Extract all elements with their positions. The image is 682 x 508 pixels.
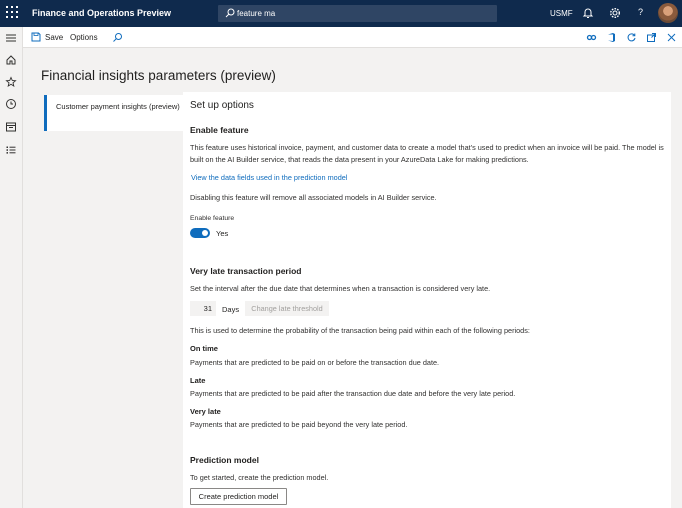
disable-warning: Disabling this feature will remove all a… bbox=[190, 193, 437, 202]
periods-intro: This is used to determine the probabilit… bbox=[190, 326, 530, 335]
days-input[interactable]: 31 bbox=[190, 301, 216, 316]
search-icon bbox=[225, 8, 235, 18]
period-on-time-title: On time bbox=[190, 344, 218, 353]
close-icon[interactable] bbox=[666, 32, 677, 43]
find-icon[interactable] bbox=[112, 32, 123, 43]
workspace-icon[interactable] bbox=[5, 121, 17, 133]
very-late-description: Set the interval after the due date that… bbox=[190, 284, 491, 293]
enable-feature-toggle[interactable] bbox=[190, 228, 210, 238]
tab-customer-payment-insights[interactable]: Customer payment insights (preview) bbox=[44, 95, 183, 131]
bell-icon[interactable] bbox=[582, 7, 594, 19]
enable-feature-title: Enable feature bbox=[190, 125, 249, 135]
enable-feature-label: Enable feature bbox=[190, 215, 235, 222]
left-navigation bbox=[0, 27, 23, 508]
setup-content: Set up options Enable feature This featu… bbox=[183, 92, 671, 508]
tab-label: Customer payment insights (preview) bbox=[56, 102, 180, 111]
enable-feature-value: Yes bbox=[216, 229, 229, 238]
period-on-time-description: Payments that are predicted to be paid o… bbox=[190, 358, 440, 367]
period-very-late-title: Very late bbox=[190, 407, 221, 416]
period-late-title: Late bbox=[190, 376, 206, 385]
open-new-window-icon[interactable] bbox=[646, 32, 657, 43]
save-icon bbox=[31, 32, 41, 42]
create-prediction-model-button[interactable]: Create prediction model bbox=[190, 488, 287, 505]
app-title[interactable]: Finance and Operations Preview bbox=[32, 8, 171, 18]
link-icon[interactable] bbox=[586, 32, 597, 43]
search-input[interactable]: feature ma bbox=[218, 5, 497, 22]
hamburger-icon[interactable] bbox=[5, 32, 17, 44]
office-icon[interactable] bbox=[606, 32, 617, 43]
days-unit: Days bbox=[222, 305, 240, 314]
avatar[interactable] bbox=[658, 3, 678, 23]
setup-heading: Set up options bbox=[190, 100, 254, 111]
period-very-late-description: Payments that are predicted to be paid b… bbox=[190, 420, 408, 429]
home-icon[interactable] bbox=[5, 54, 17, 66]
save-label: Save bbox=[45, 32, 64, 42]
company-picker[interactable]: USMF bbox=[550, 9, 573, 18]
view-data-fields-link[interactable]: View the data fields used in the predict… bbox=[191, 173, 347, 182]
options-button[interactable]: Options bbox=[70, 33, 98, 42]
vertical-tabs bbox=[41, 92, 183, 508]
gear-icon[interactable] bbox=[609, 7, 621, 19]
very-late-title: Very late transaction period bbox=[190, 266, 302, 276]
enable-feature-description: This feature uses historical invoice, pa… bbox=[190, 143, 664, 164]
clock-icon[interactable] bbox=[5, 98, 17, 110]
prediction-model-description: To get started, create the prediction mo… bbox=[190, 473, 329, 482]
prediction-model-title: Prediction model bbox=[190, 455, 259, 465]
search-value: feature ma bbox=[237, 9, 276, 18]
page-title: Financial insights parameters (preview) bbox=[41, 68, 276, 83]
action-pane: Save Options bbox=[23, 27, 682, 48]
app-launcher-icon[interactable] bbox=[6, 6, 19, 19]
save-button[interactable]: Save bbox=[31, 32, 63, 42]
star-icon[interactable] bbox=[5, 76, 17, 88]
refresh-icon[interactable] bbox=[626, 32, 637, 43]
period-late-description: Payments that are predicted to be paid a… bbox=[190, 389, 516, 398]
list-icon[interactable] bbox=[5, 144, 17, 156]
change-late-threshold-button[interactable]: Change late threshold bbox=[245, 301, 329, 316]
help-icon[interactable]: ? bbox=[638, 7, 643, 17]
top-bar: Finance and Operations Preview feature m… bbox=[0, 0, 682, 27]
